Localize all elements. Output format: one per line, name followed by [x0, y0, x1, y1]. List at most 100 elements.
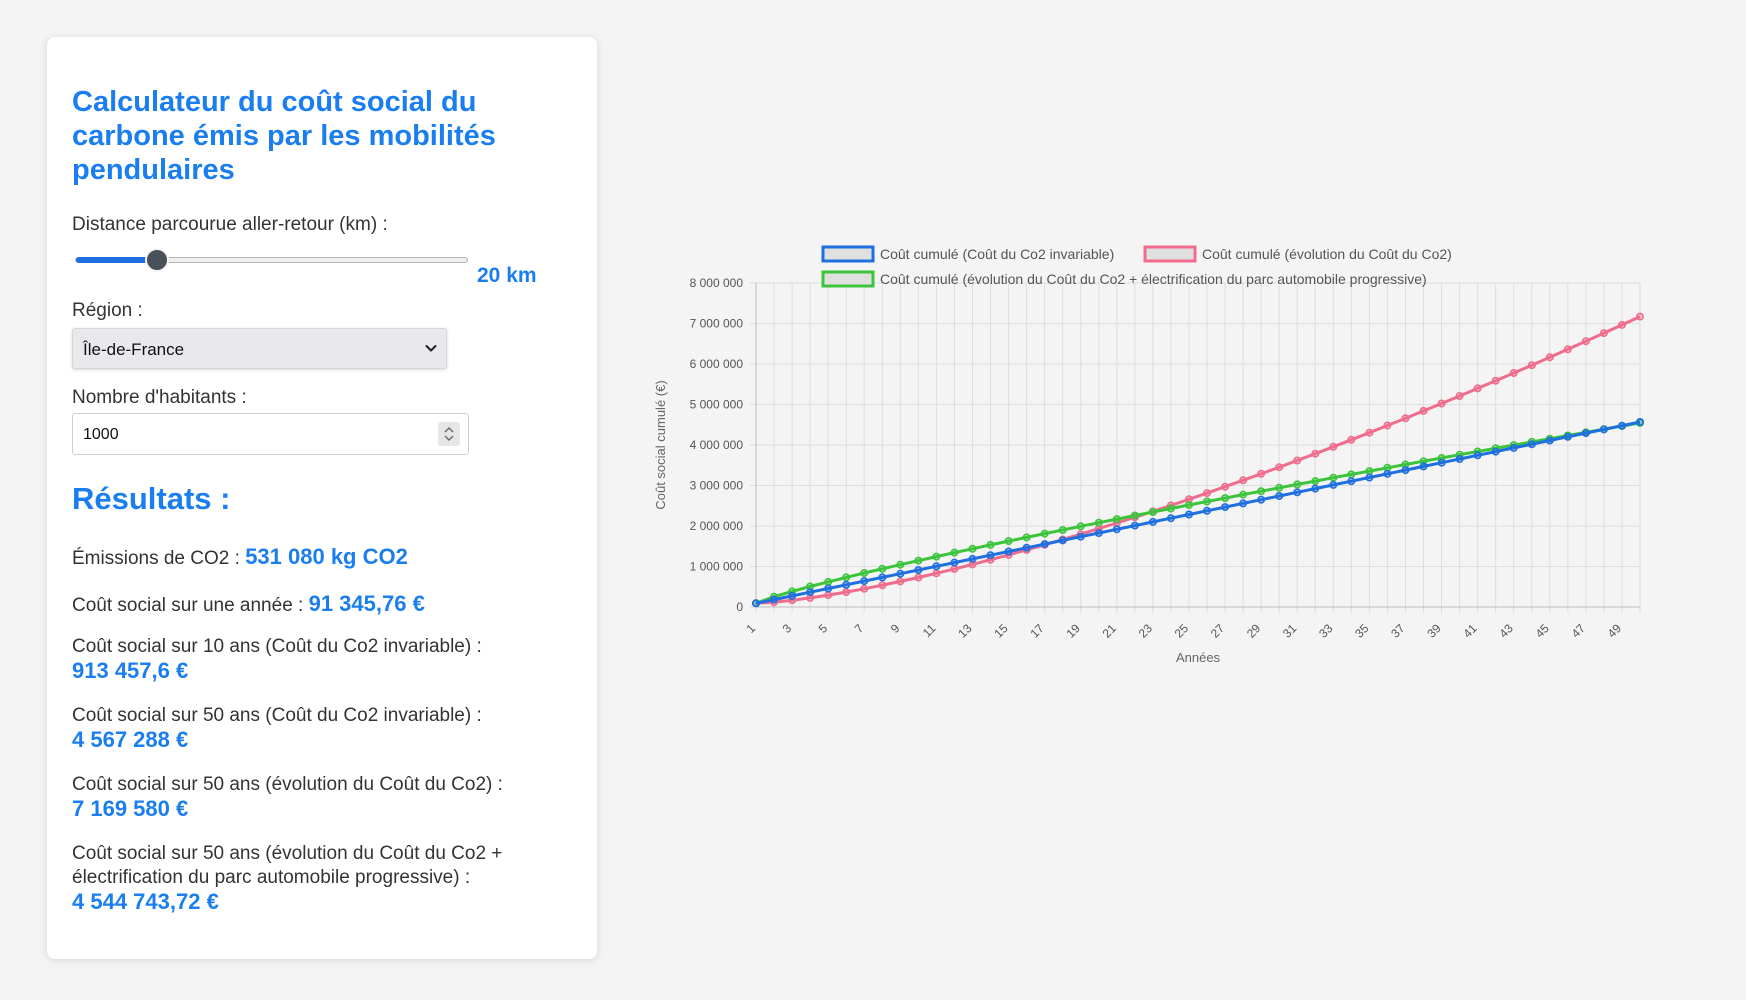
data-point — [1022, 543, 1031, 552]
data-point — [1311, 449, 1320, 458]
distance-slider-row: 20 km — [72, 237, 572, 289]
data-point — [788, 591, 797, 600]
data-point — [1257, 469, 1266, 478]
x-tick-label: 45 — [1533, 621, 1553, 641]
region-selected-value: Île-de-France — [83, 340, 185, 359]
data-point — [1293, 488, 1302, 497]
data-point — [896, 560, 905, 569]
x-tick-label: 1 — [743, 621, 758, 636]
chevron-down-icon — [425, 345, 437, 352]
result-fifty-electrification-label: Coût social sur 50 ans (évolution du Coû… — [72, 843, 503, 888]
data-point — [950, 548, 959, 557]
data-point — [1040, 540, 1049, 549]
data-point — [1419, 406, 1428, 415]
legend-swatch — [821, 270, 875, 288]
data-point — [1004, 537, 1013, 546]
data-point — [1455, 392, 1464, 401]
result-fifty-evolution-value: 7 169 580 € — [72, 796, 189, 821]
result-fifty-evolution-label: Coût social sur 50 ans (évolution du Coû… — [72, 774, 503, 795]
data-point — [914, 565, 923, 574]
data-point — [1581, 429, 1590, 438]
data-point — [1148, 507, 1157, 516]
data-point — [1383, 421, 1392, 430]
data-point — [752, 599, 761, 608]
data-point — [1599, 329, 1608, 338]
data-point — [1455, 455, 1464, 464]
data-point — [1437, 399, 1446, 408]
distance-slider-thumb[interactable] — [145, 248, 169, 272]
x-tick-label: 11 — [920, 621, 939, 640]
y-tick-label: 5 000 000 — [690, 398, 744, 412]
data-point — [1545, 353, 1554, 362]
data-point — [1184, 510, 1193, 519]
data-point — [1112, 525, 1121, 534]
distance-slider[interactable] — [75, 257, 468, 263]
x-tick-label: 13 — [955, 621, 975, 641]
data-point — [1275, 492, 1284, 501]
data-point — [1112, 515, 1121, 524]
x-tick-label: 15 — [991, 621, 1011, 641]
number-stepper[interactable] — [438, 422, 460, 446]
data-point — [1527, 440, 1536, 449]
data-point — [824, 577, 833, 586]
x-tick-label: 49 — [1605, 621, 1625, 641]
data-point — [1040, 529, 1049, 538]
x-tick-label: 19 — [1064, 621, 1084, 641]
region-label: Région : — [72, 300, 143, 321]
result-emissions-value: 531 080 kg CO2 — [245, 544, 408, 569]
data-point — [1058, 525, 1067, 534]
x-tick-label: 37 — [1388, 621, 1408, 641]
data-point — [1365, 428, 1374, 437]
data-point — [1311, 484, 1320, 493]
data-point — [1004, 547, 1013, 556]
data-point — [824, 591, 833, 600]
result-ten-years-label: Coût social sur 10 ans (Coût du Co2 inva… — [72, 636, 482, 657]
series-line — [755, 420, 1641, 605]
data-point — [860, 577, 869, 586]
data-point — [1130, 521, 1139, 530]
habitants-input[interactable]: 1000 — [72, 413, 469, 455]
x-tick-label: 25 — [1172, 621, 1192, 641]
y-tick-label: 1 000 000 — [690, 560, 744, 574]
x-tick-label: 7 — [852, 621, 867, 636]
data-point — [1257, 495, 1266, 504]
data-point — [1094, 518, 1103, 527]
data-point — [1166, 504, 1175, 513]
data-point — [1329, 442, 1338, 451]
data-point — [1473, 384, 1482, 393]
legend-swatch — [821, 245, 875, 263]
data-point — [1635, 418, 1644, 427]
result-annual-value: 91 345,76 € — [308, 591, 425, 616]
data-point — [1401, 466, 1410, 475]
data-point — [1509, 369, 1518, 378]
data-point — [1347, 477, 1356, 486]
result-emissions: Émissions de CO2 : 531 080 kg CO2 — [72, 545, 572, 571]
y-tick-label: 6 000 000 — [690, 357, 744, 371]
data-point — [1239, 476, 1248, 485]
x-tick-label: 43 — [1496, 621, 1516, 641]
data-point — [806, 588, 815, 597]
data-point — [968, 554, 977, 563]
data-point — [878, 564, 887, 573]
cost-chart: 0 1 000 000 2 000 000 3 000 000 4 000 000 5 0… — [640, 245, 1650, 755]
data-point — [1635, 312, 1644, 321]
data-point — [1347, 470, 1356, 479]
data-point — [1527, 361, 1536, 370]
data-point — [1329, 473, 1338, 482]
legend-label[interactable]: Coût cumulé (Coût du Co2 invariable) — [880, 246, 1114, 262]
data-point — [1076, 532, 1085, 541]
x-tick-label: 5 — [816, 621, 831, 636]
y-tick-label: 4 000 000 — [690, 438, 744, 452]
data-point — [824, 584, 833, 593]
legend-label[interactable]: Coût cumulé (évolution du Coût du Co2) — [1202, 246, 1452, 262]
stepper-arrows-icon — [444, 427, 454, 441]
data-point — [842, 573, 851, 582]
legend-label[interactable]: Coût cumulé (évolution du Coût du Co2 + … — [880, 271, 1427, 287]
y-tick-label: 0 — [736, 600, 743, 614]
x-tick-label: 3 — [780, 621, 795, 636]
region-select[interactable]: Île-de-France — [72, 328, 447, 369]
x-tick-label: 41 — [1460, 621, 1480, 641]
habitants-label: Nombre d'habitants : — [72, 387, 247, 408]
legend-swatch — [1143, 245, 1197, 263]
x-tick-label: 35 — [1352, 621, 1372, 641]
